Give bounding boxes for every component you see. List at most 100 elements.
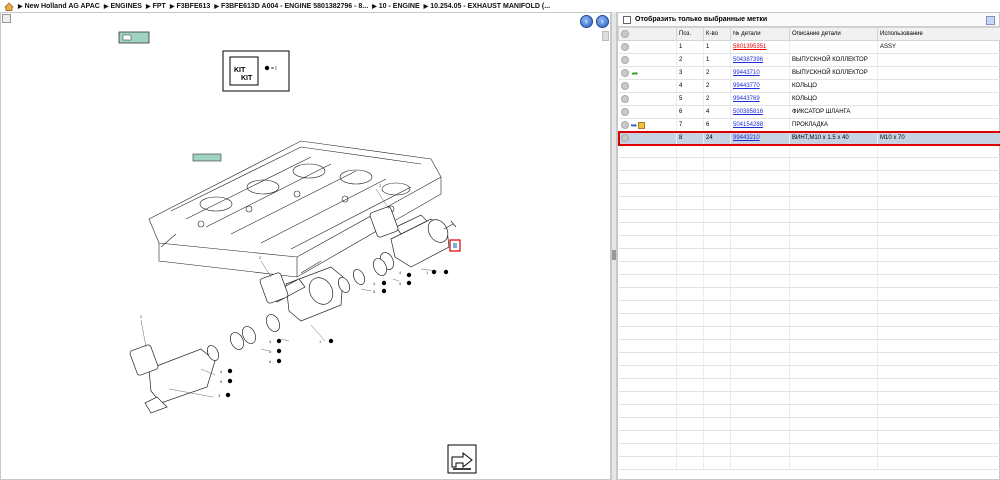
part-number-link[interactable]: 500385816 bbox=[733, 109, 763, 115]
table-row-empty bbox=[618, 404, 1000, 418]
parts-table: Поз. К-во № детали Описание детали Испол… bbox=[617, 27, 1000, 470]
part-number-link[interactable]: 504387396 bbox=[733, 57, 763, 63]
row-select-icon[interactable] bbox=[620, 134, 629, 142]
table-row-empty bbox=[618, 365, 1000, 379]
next-diagram-icon[interactable] bbox=[447, 444, 477, 474]
header-select[interactable] bbox=[618, 27, 677, 41]
selected-part-fill bbox=[453, 243, 457, 248]
breadcrumb-item-section[interactable]: ▶ 10 - ENGINE bbox=[372, 3, 419, 10]
home-icon[interactable] bbox=[4, 2, 14, 11]
table-row[interactable]: 2 1 504387396 ВЫПУСКНОЙ КОЛЛЕКТОР bbox=[618, 53, 1000, 67]
table-row-empty bbox=[618, 430, 1000, 444]
part-label-badge[interactable] bbox=[192, 153, 222, 162]
breadcrumb-item-maker[interactable]: ▶ FPT bbox=[146, 3, 166, 10]
row-select-icon[interactable] bbox=[620, 69, 629, 77]
table-row-empty bbox=[618, 261, 1000, 275]
row-select-icon[interactable] bbox=[620, 95, 629, 103]
row-select-icon[interactable] bbox=[620, 82, 629, 90]
select-all-icon[interactable] bbox=[621, 30, 629, 38]
svg-text:1: 1 bbox=[319, 339, 322, 344]
svg-text:4: 4 bbox=[269, 339, 272, 344]
filter-label: Отобразить только выбранные метки bbox=[635, 16, 768, 23]
table-row-empty bbox=[618, 339, 1000, 353]
table-row[interactable]: ➦ 3 2 99443710 ВЫПУСКНОЙ КОЛЛЕКТОР bbox=[618, 66, 1000, 80]
breadcrumb-item-engine[interactable]: ▶ F3BFE613D A004 - ENGINE 5801382796 - 8.… bbox=[214, 3, 368, 10]
row-select-icon[interactable] bbox=[620, 56, 629, 64]
table-row-empty bbox=[618, 300, 1000, 314]
table-row-empty bbox=[618, 313, 1000, 327]
table-row-empty bbox=[618, 144, 1000, 158]
breadcrumb-item-model[interactable]: ▶ F3BFE613 bbox=[170, 3, 210, 10]
header-position[interactable]: Поз. bbox=[676, 27, 704, 41]
breadcrumb-item-category[interactable]: ▶ ENGINES bbox=[104, 3, 142, 10]
filter-apply-icon[interactable] bbox=[986, 16, 995, 25]
part-number-link[interactable]: 99443769 bbox=[733, 96, 760, 102]
table-row[interactable]: 6 4 500385816 ФИКСАТОР ШЛАНГА bbox=[618, 105, 1000, 119]
table-row-empty bbox=[618, 209, 1000, 223]
row-select-icon[interactable] bbox=[620, 121, 629, 129]
table-row-empty bbox=[618, 183, 1000, 197]
header-part-number[interactable]: № детали bbox=[730, 27, 790, 41]
table-row-empty bbox=[618, 391, 1000, 405]
kit-legend: = I bbox=[271, 66, 277, 72]
prev-page-button[interactable]: ‹ bbox=[580, 15, 593, 28]
row-select-icon[interactable] bbox=[620, 108, 629, 116]
svg-text:5: 5 bbox=[269, 349, 272, 354]
table-row-empty bbox=[618, 378, 1000, 392]
exploded-parts-diagram: KIT KIT = I 2 2 2 1 1 4 5 4 5 4 5 6 4 5 … bbox=[118, 31, 477, 474]
svg-text:5: 5 bbox=[399, 281, 402, 286]
table-row-empty bbox=[618, 196, 1000, 210]
table-row-empty bbox=[618, 157, 1000, 171]
header-usage[interactable]: Использование bbox=[877, 27, 1000, 41]
table-row[interactable]: ➥ 7 6 504154288 ПРОКЛАДКА bbox=[618, 118, 1000, 132]
svg-text:2: 2 bbox=[140, 314, 143, 319]
next-page-button[interactable]: › bbox=[596, 15, 609, 28]
table-row-empty bbox=[618, 170, 1000, 184]
expand-icon[interactable] bbox=[2, 14, 11, 23]
breadcrumb-item-page[interactable]: ▶ 10.254.05 - EXHAUST MANIFOLD (... bbox=[424, 3, 550, 10]
table-row-selected[interactable]: 8 24 99443210 ВИНТ,M10 x 1.5 x 40 M10 x … bbox=[617, 130, 1000, 146]
svg-text:2: 2 bbox=[259, 255, 262, 260]
show-selected-checkbox[interactable] bbox=[623, 15, 631, 24]
part-number-link[interactable]: 99443210 bbox=[733, 135, 760, 141]
breadcrumb-item-brand[interactable]: ▶ New Holland AG APAC bbox=[18, 3, 100, 10]
header-quantity[interactable]: К-во bbox=[703, 27, 731, 41]
table-row[interactable]: 5 2 99443769 КОЛЬЦО bbox=[618, 92, 1000, 106]
header-description[interactable]: Описание детали bbox=[789, 27, 878, 41]
breadcrumb: ▶ New Holland AG APAC ▶ ENGINES ▶ FPT ▶ F3BF… bbox=[0, 0, 1000, 12]
table-row-empty bbox=[618, 235, 1000, 249]
svg-text:KIT: KIT bbox=[234, 67, 246, 74]
table-row-empty bbox=[618, 456, 1000, 470]
part-number-link[interactable]: 99443770 bbox=[733, 83, 760, 89]
svg-text:4: 4 bbox=[399, 270, 402, 275]
svg-text:KIT: KIT bbox=[241, 75, 253, 82]
part-number-link[interactable]: 504154288 bbox=[733, 122, 763, 128]
kit-mini-icon[interactable] bbox=[638, 121, 646, 129]
table-row-empty bbox=[618, 352, 1000, 366]
svg-text:4: 4 bbox=[220, 369, 223, 374]
table-row[interactable]: 4 2 99443770 КОЛЬЦО bbox=[618, 79, 1000, 93]
table-row-empty bbox=[618, 274, 1000, 288]
part-number-link[interactable]: 99443710 bbox=[733, 70, 760, 76]
svg-text:4: 4 bbox=[373, 281, 376, 286]
splitter-grip-icon[interactable] bbox=[612, 250, 616, 260]
svg-text:3: 3 bbox=[218, 393, 221, 398]
table-row-empty bbox=[618, 417, 1000, 431]
table-row-empty bbox=[618, 248, 1000, 262]
replace-arrow-icon[interactable]: ➥ bbox=[631, 121, 638, 130]
table-row-empty bbox=[618, 326, 1000, 340]
substitute-arrow-icon[interactable]: ➦ bbox=[632, 69, 639, 78]
diagram-pane: ‹ › KIT KIT = I 2 2 2 1 1 4 5 4 5 4 5 6 … bbox=[0, 12, 611, 480]
table-row-empty bbox=[618, 222, 1000, 236]
svg-text:1: 1 bbox=[426, 270, 429, 275]
view-selector-icon[interactable] bbox=[118, 31, 150, 44]
table-row-empty bbox=[618, 443, 1000, 457]
table-row[interactable]: 1 1 5801395351 ASSY bbox=[618, 40, 1000, 54]
row-select-icon[interactable] bbox=[620, 43, 629, 51]
svg-text:5: 5 bbox=[220, 379, 223, 384]
part-number-link[interactable]: 5801395351 bbox=[733, 44, 766, 50]
table-header: Поз. К-во № детали Описание детали Испол… bbox=[618, 27, 1000, 41]
kit-icon: KIT KIT bbox=[222, 50, 290, 92]
parts-list-pane: Отобразить только выбранные метки Поз. К… bbox=[617, 12, 1000, 480]
table-row-empty bbox=[618, 287, 1000, 301]
